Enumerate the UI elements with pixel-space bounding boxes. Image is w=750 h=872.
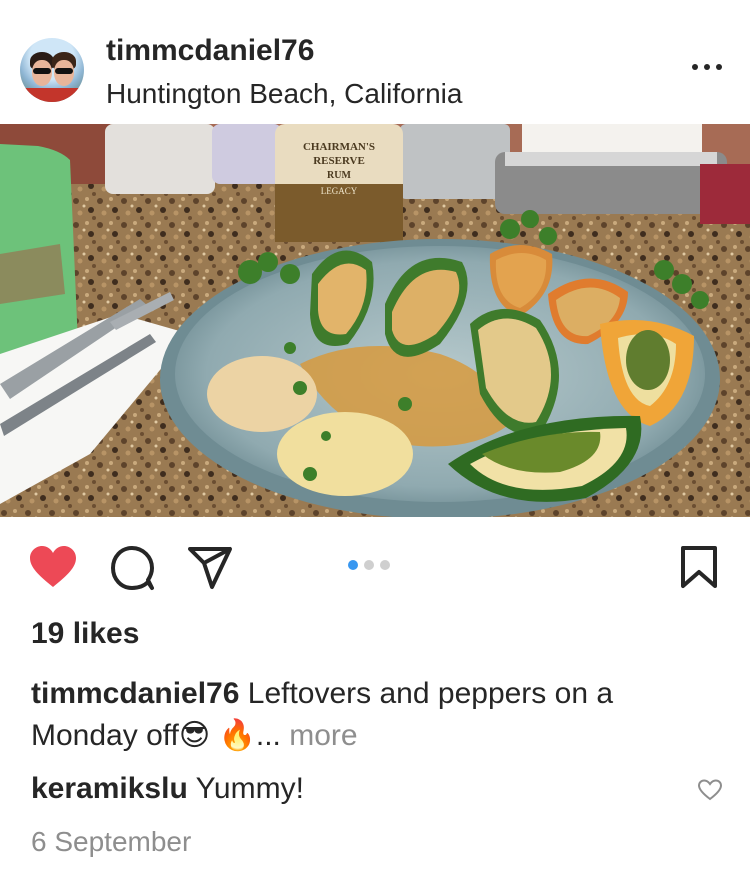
carousel-dot-1 [348,560,358,570]
post-username[interactable]: timmcdaniel76 [106,34,314,68]
user-avatar[interactable] [20,38,84,102]
comment-username[interactable]: keramikslu [31,772,188,805]
post-date: 6 September [31,826,192,857]
heart-icon[interactable] [28,545,78,589]
comment-icon[interactable] [110,545,156,591]
post-location[interactable]: Huntington Beach, California [106,78,462,110]
bookmark-icon[interactable] [680,545,718,589]
likes-count[interactable]: 19 likes [31,617,139,651]
emoji-sunglasses: 😎 [178,719,211,752]
post-caption: timmcdaniel76 Leftovers and peppers on a… [31,673,721,757]
comment-row: keramikslu Yummy! [31,772,304,806]
bottle-label-1: CHAIRMAN'S [303,141,375,153]
share-icon[interactable] [186,545,234,591]
post-header: timmcdaniel76 Huntington Beach, Californ… [0,0,750,124]
post-photo[interactable]: CHAIRMAN'S RESERVE RUM LEGACY [0,124,750,517]
carousel-dot-2 [364,560,374,570]
bottle-label-4: LEGACY [321,186,358,196]
emoji-fire: 🔥 [218,719,256,752]
comment-like-icon[interactable] [697,779,723,801]
bottle-label-3: RUM [327,170,351,181]
caption-username[interactable]: timmcdaniel76 [31,677,239,710]
caption-more-link[interactable]: more [289,719,357,752]
bottle-label-2: RESERVE [313,155,365,167]
carousel-dot-3 [380,560,390,570]
comment-text: Yummy! [195,772,304,805]
caption-ellipsis: ... [255,719,281,752]
more-options-icon[interactable] [692,60,722,74]
carousel-indicator [348,560,390,570]
